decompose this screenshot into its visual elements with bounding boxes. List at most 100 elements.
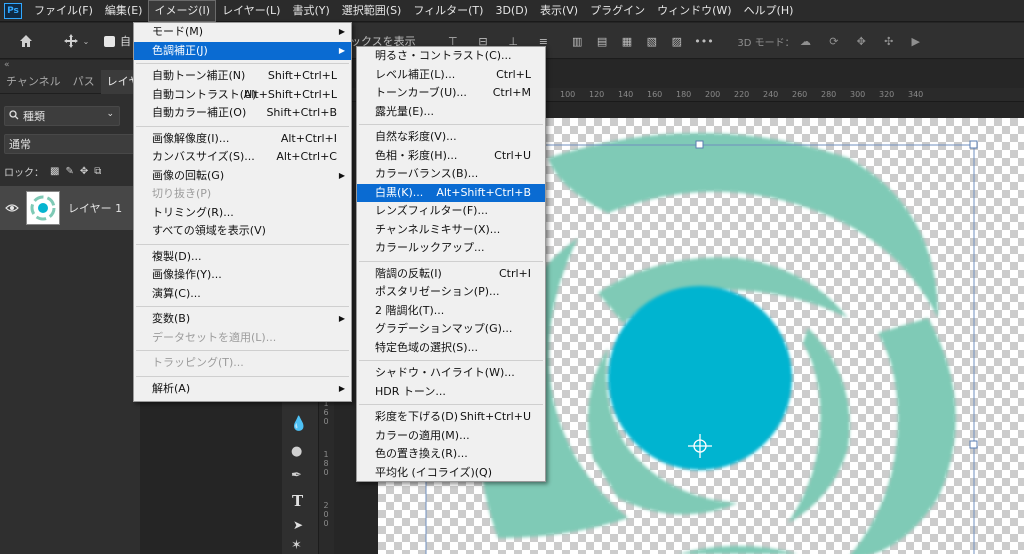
menu-item[interactable]: ポスタリゼーション(P)... (357, 283, 545, 302)
menu-item[interactable]: トーンカーブ(U)... Ctrl+M (357, 84, 545, 103)
ruler-tick-label: 300 (850, 90, 866, 99)
camera-3d-icon[interactable]: ▶ (912, 35, 920, 48)
dodge-tool-icon[interactable]: ● (291, 444, 302, 459)
menu-item[interactable]: 自動コントラスト(U) Alt+Shift+Ctrl+L (134, 86, 351, 105)
menu-item[interactable]: 自動カラー補正(O) Shift+Ctrl+B (134, 104, 351, 123)
handle-right[interactable] (969, 440, 978, 449)
drag-3d-icon[interactable]: ✥ (857, 35, 866, 48)
menu-item[interactable]: 変数(B) ▶ (134, 310, 351, 329)
menu-item[interactable]: カラーバランス(B)... (357, 165, 545, 184)
menu-item-label: 自動トーン補正(N) (152, 69, 246, 82)
menu-item[interactable]: トリミング(R)... (134, 204, 351, 223)
lock-position-icon[interactable]: ✥ (80, 166, 88, 177)
menu-item[interactable]: レンズフィルター(F)... (357, 202, 545, 221)
menu-item[interactable]: シャドウ・ハイライト(W)... (357, 364, 545, 383)
blur-tool-icon[interactable]: 💧 (290, 416, 307, 432)
menu-item[interactable]: 2 階調化(T)... (357, 302, 545, 321)
eye-icon[interactable] (0, 203, 24, 213)
move-tool-preset-icon[interactable]: ⌄ (56, 31, 96, 51)
menu-item[interactable]: レベル補正(L)... Ctrl+L (357, 66, 545, 85)
menu-item[interactable]: 彩度を下げる(D) Shift+Ctrl+U (357, 408, 545, 427)
lock-transparency-icon[interactable]: ▩ (50, 166, 59, 177)
collapse-panels-icon[interactable]: « (4, 60, 10, 70)
menubar-item[interactable]: フィルター(T) (407, 0, 489, 22)
pen-tool-icon[interactable]: ✒ (291, 468, 302, 483)
menu-item-label: レベル補正(L)... (375, 67, 456, 81)
menu-item[interactable]: 色の置き換え(R)... (357, 445, 545, 464)
menu-item[interactable]: 画像の回転(G) ▶ (134, 167, 351, 186)
menu-item-label: カラールックアップ... (375, 241, 485, 254)
menubar-item[interactable]: ヘルプ(H) (738, 0, 800, 22)
menu-item[interactable]: 画像解像度(I)... Alt+Ctrl+I (134, 130, 351, 149)
menu-item-label: 2 階調化(T)... (375, 303, 445, 317)
menubar-item[interactable]: 3D(D) (489, 0, 534, 22)
tab-channels[interactable]: チャンネル (0, 70, 67, 94)
auto-select-label: 自 (120, 35, 131, 48)
menubar-item[interactable]: プラグイン (584, 0, 651, 22)
menu-item: データセットを適用(L)... (134, 329, 351, 348)
menu-item[interactable]: カラーの適用(M)... (357, 427, 545, 446)
menu-item[interactable]: チャンネルミキサー(X)... (357, 221, 545, 240)
menubar-item[interactable]: ファイル(F) (28, 0, 99, 22)
menu-item[interactable]: すべての領域を表示(V) (134, 222, 351, 241)
menu-item[interactable]: 画像操作(Y)... (134, 266, 351, 285)
menubar-item[interactable]: 編集(E) (99, 0, 149, 22)
layer-name: レイヤー 1 (68, 202, 123, 215)
menu-item[interactable]: カンバスサイズ(S)... Alt+Ctrl+C (134, 148, 351, 167)
menu-item[interactable]: 自動トーン補正(N) Shift+Ctrl+L (134, 67, 351, 86)
menu-item[interactable]: 特定色域の選択(S)... (357, 339, 545, 358)
menu-item-shortcut: Ctrl+U (494, 148, 531, 162)
menu-item-label: カンバスサイズ(S)... (152, 150, 255, 163)
menubar-item[interactable]: 書式(Y) (286, 0, 335, 22)
distribute-bottom-icon[interactable]: ▦ (622, 35, 632, 48)
menu-item[interactable]: 色相・彩度(H)... Ctrl+U (357, 147, 545, 166)
menu-item[interactable]: カラールックアップ... (357, 239, 545, 258)
menubar-item[interactable]: ウィンドウ(W) (651, 0, 737, 22)
home-icon[interactable] (14, 31, 38, 51)
menu-item[interactable]: 解析(A) ▶ (134, 380, 351, 399)
lock-label: ロック： (4, 167, 44, 179)
blend-mode-dropdown[interactable]: 通常 (4, 134, 140, 154)
distribute-vcenter-icon[interactable]: ▤ (597, 35, 607, 48)
menubar-item[interactable]: レイヤー(L) (216, 0, 286, 22)
checkbox-icon (104, 35, 115, 47)
menubar-item[interactable]: 表示(V) (534, 0, 584, 22)
ruler-tick-label: 140 (618, 90, 634, 99)
menu-item[interactable]: 複製(D)... (134, 248, 351, 267)
handle-top[interactable] (695, 140, 704, 149)
menu-item[interactable]: グラデーションマップ(G)... (357, 320, 545, 339)
menu-item-label: 特定色域の選択(S)... (375, 340, 479, 354)
distribute-hcenter-icon[interactable]: ▨ (672, 35, 682, 48)
handle-top-right[interactable] (969, 140, 978, 149)
shape-tool-icon[interactable]: ✶ (291, 538, 302, 553)
lock-pixels-icon[interactable]: ✎ (65, 166, 73, 177)
menu-item[interactable]: 白黒(K)... Alt+Shift+Ctrl+B (357, 183, 545, 202)
slide-3d-icon[interactable]: ✣ (884, 35, 893, 48)
layer-row[interactable]: レイヤー 1 (0, 186, 140, 230)
menu-item[interactable]: モード(M) ▶ (134, 23, 351, 42)
menu-item[interactable]: 明るさ・コントラスト(C)... (357, 47, 545, 66)
orbit-3d-icon[interactable]: ☁ (800, 35, 811, 48)
type-tool-icon[interactable]: T (292, 492, 303, 510)
menu-item: トラッピング(T)... (134, 354, 351, 373)
menu-item[interactable]: HDR トーン... (357, 383, 545, 402)
menu-item-label: 自動カラー補正(O) (152, 106, 247, 119)
menubar-item[interactable]: イメージ(I) (148, 0, 217, 22)
menu-item[interactable]: 自然な彩度(V)... (357, 128, 545, 147)
distribute-left-icon[interactable]: ▧ (647, 35, 657, 48)
menu-item[interactable]: 平均化 (イコライズ)(Q) (357, 464, 545, 483)
more-options-icon[interactable]: ••• (694, 31, 714, 51)
layer-filter-dropdown[interactable]: 種類 ⌄ (4, 106, 120, 126)
menu-separator (359, 260, 543, 262)
menubar-item[interactable]: 選択範囲(S) (336, 0, 408, 22)
path-select-tool-icon[interactable]: ➤ (293, 518, 303, 532)
menu-item[interactable]: 色調補正(J) ▶ (134, 41, 351, 60)
menu-item-label: 階調の反転(I) (375, 266, 442, 280)
menu-item[interactable]: 露光量(E)... (357, 103, 545, 122)
tab-paths[interactable]: パス (67, 70, 101, 94)
menu-item[interactable]: 階調の反転(I) Ctrl+I (357, 265, 545, 284)
distribute-top-icon[interactable]: ▥ (572, 35, 582, 48)
roll-3d-icon[interactable]: ⟳ (829, 35, 838, 48)
menu-item[interactable]: 演算(C)... (134, 285, 351, 304)
lock-artboard-icon[interactable]: ⧉ (94, 166, 101, 177)
